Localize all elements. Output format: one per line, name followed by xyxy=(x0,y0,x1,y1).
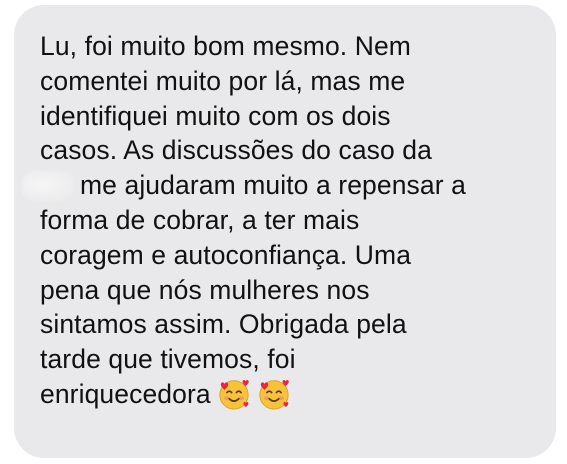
smiling-face-with-hearts-icon xyxy=(219,379,249,410)
message-line-8: pena que nós mulheres nos xyxy=(40,274,370,305)
message-line-1: Lu, foi muito bom mesmo. Nem xyxy=(40,31,411,61)
message-line-10: tarde que tivemos, foi xyxy=(40,344,296,375)
message-line-5-wrapper: me ajudaram muito a repensar a xyxy=(22,168,550,203)
message-line-4: casos. As discussões do caso da xyxy=(40,135,432,166)
redacted-name-blur xyxy=(22,171,74,202)
message-line-5: me ajudaram muito a repensar a xyxy=(80,170,466,201)
message-line-2: comentei muito por lá, mas me xyxy=(40,65,406,96)
message-line-6: forma de cobrar, a ter mais xyxy=(40,204,360,235)
smiling-face-with-hearts-icon xyxy=(259,379,289,410)
message-line-9: sintamos assim. Obrigada pela xyxy=(40,309,407,340)
message-text: Lu, foi muito bom mesmo. Nem comentei mu… xyxy=(22,29,550,412)
message-line-7: coragem e autoconfiança. Uma xyxy=(40,239,412,270)
message-line-11: enriquecedora xyxy=(40,378,211,409)
message-bubble[interactable]: Lu, foi muito bom mesmo. Nem comentei mu… xyxy=(14,5,556,458)
message-line-3: identifiquei muito com os dois xyxy=(40,100,391,131)
message-line-11-wrapper: enriquecedora xyxy=(40,377,550,412)
